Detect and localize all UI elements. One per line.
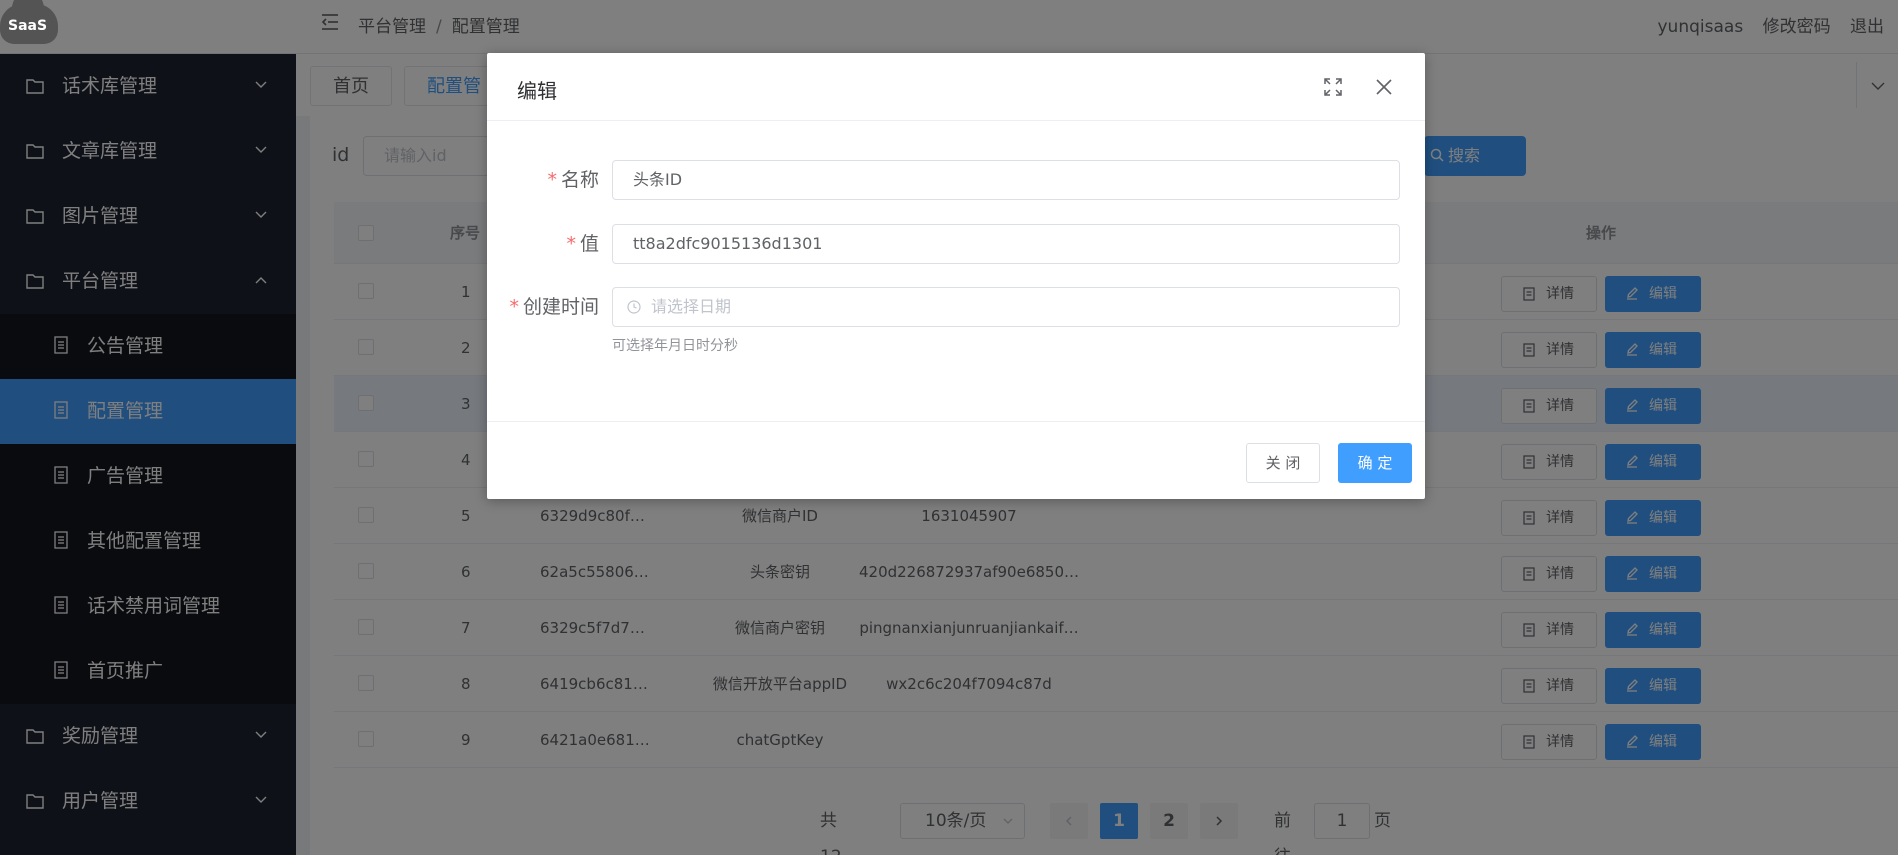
required-mark: * xyxy=(547,169,557,191)
value-label: * 值 xyxy=(566,224,599,264)
created-time-hint: 可选择年月日时分秒 xyxy=(612,338,738,354)
value-input[interactable]: tt8a2dfc9015136d1301 xyxy=(612,224,1400,264)
created-time-label-text: 创建时间 xyxy=(522,296,599,318)
clock-icon xyxy=(627,300,641,314)
created-time-label: * 创建时间 xyxy=(509,287,599,327)
dialog-header: 编辑 xyxy=(487,53,1425,121)
close-button[interactable]: 关 闭 xyxy=(1246,443,1320,483)
required-mark: * xyxy=(509,296,519,318)
name-label: * 名称 xyxy=(547,160,599,200)
form-row-created-time: * 创建时间 请选择日期 xyxy=(487,287,1425,327)
dialog-title: 编辑 xyxy=(517,79,557,103)
name-label-text: 名称 xyxy=(560,169,599,191)
name-input[interactable]: 头条ID xyxy=(612,160,1400,200)
value-label-text: 值 xyxy=(579,233,599,255)
close-icon[interactable] xyxy=(1374,77,1394,97)
fullscreen-icon[interactable] xyxy=(1323,77,1343,97)
confirm-button[interactable]: 确 定 xyxy=(1338,443,1412,483)
required-mark: * xyxy=(566,233,576,255)
dialog-footer: 关 闭 确 定 xyxy=(487,421,1425,499)
date-placeholder: 请选择日期 xyxy=(651,297,732,316)
form-row-name: * 名称 头条ID xyxy=(487,160,1425,200)
date-picker-input[interactable]: 请选择日期 xyxy=(612,287,1400,327)
logo-text: SaaS xyxy=(8,18,48,34)
edit-dialog: 编辑 * 名称 头条ID * 值 tt8a2dfc9015136d1301 * 创建时… xyxy=(487,53,1425,499)
form-row-value: * 值 tt8a2dfc9015136d1301 xyxy=(487,224,1425,264)
